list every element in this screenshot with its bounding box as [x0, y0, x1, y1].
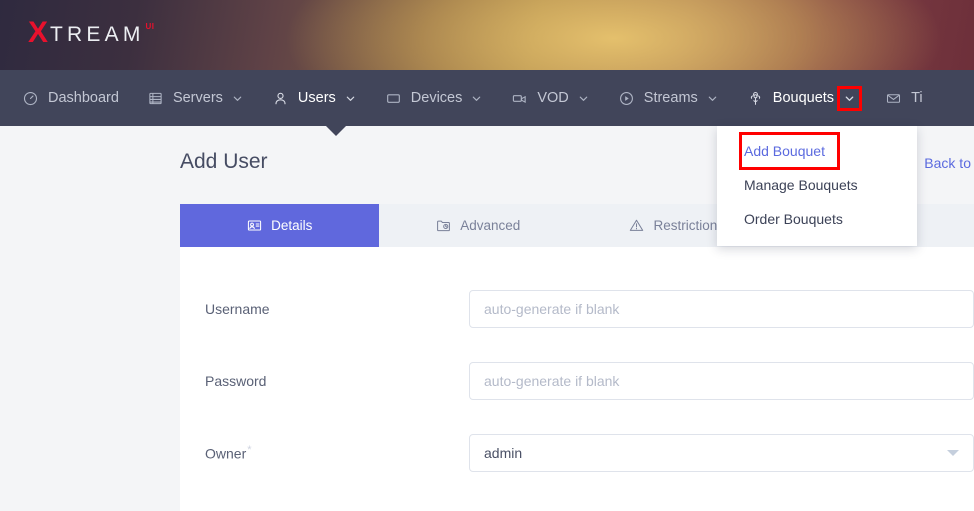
tab-details[interactable]: Details — [180, 204, 379, 247]
tab-label-advanced: Advanced — [460, 218, 521, 233]
dropdown-item-manage-bouquets[interactable]: Manage Bouquets — [717, 168, 917, 202]
form-row-username: Username auto-generate if blank — [180, 273, 974, 345]
nav-label-devices: Devices — [410, 90, 463, 106]
mail-icon — [885, 90, 902, 107]
label-username: Username — [205, 301, 270, 317]
nav-label-servers: Servers — [172, 90, 223, 106]
user-form: Username auto-generate if blank Password… — [180, 247, 974, 489]
id-card-icon — [246, 218, 262, 234]
chevron-down-icon[interactable] — [837, 85, 863, 111]
password-placeholder: auto-generate if blank — [484, 373, 620, 389]
label-owner: Owner* — [205, 444, 469, 462]
app-root: X TREAM UI Dashboard Servers Users Devic… — [0, 0, 974, 511]
video-icon — [511, 90, 528, 107]
chevron-down-icon[interactable] — [577, 92, 590, 105]
bouquet-icon — [747, 90, 764, 107]
chevron-down-icon[interactable] — [344, 92, 357, 105]
nav-label-bouquets: Bouquets — [772, 90, 835, 106]
brand-header: X TREAM UI — [0, 0, 974, 70]
logo-wordmark: TREAM — [50, 23, 145, 46]
owner-select[interactable]: admin — [469, 434, 974, 472]
page-title: Add User — [180, 150, 268, 173]
nav-item-tickets[interactable]: Ti — [871, 70, 937, 126]
nav-label-users: Users — [297, 90, 336, 106]
gauge-icon — [22, 90, 39, 107]
bouquets-dropdown-menu: Add Bouquet Manage Bouquets Order Bouque… — [717, 126, 917, 246]
device-icon — [385, 90, 402, 107]
warning-icon — [628, 218, 644, 234]
label-owner-text: Owner — [205, 445, 247, 462]
back-to-users-link[interactable]: Back to Us — [924, 155, 974, 171]
nav-item-servers[interactable]: Servers — [133, 70, 258, 126]
chevron-down-icon[interactable] — [706, 92, 719, 105]
nav-item-users[interactable]: Users — [258, 70, 371, 126]
username-input[interactable]: auto-generate if blank — [469, 290, 974, 328]
form-row-owner: Owner* admin — [180, 417, 974, 489]
main-navbar: Dashboard Servers Users Devices VOD Stre… — [0, 70, 974, 126]
tab-label-details: Details — [271, 218, 313, 233]
logo-superscript: UI — [145, 22, 155, 31]
nav-label-streams: Streams — [643, 90, 698, 106]
settings-folder-icon — [435, 218, 451, 234]
nav-active-pointer — [326, 126, 346, 136]
chevron-down-icon[interactable] — [231, 92, 244, 105]
username-placeholder: auto-generate if blank — [484, 301, 620, 317]
logo-x-letter: X — [28, 16, 49, 49]
nav-label-dashboard: Dashboard — [48, 90, 119, 106]
form-card: Details Advanced Restrictions Username a… — [180, 204, 974, 511]
nav-item-vod[interactable]: VOD — [497, 70, 603, 126]
dropdown-item-order-bouquets[interactable]: Order Bouquets — [717, 202, 917, 236]
chevron-down-icon[interactable] — [947, 450, 959, 456]
play-icon — [618, 90, 635, 107]
owner-selected-value: admin — [484, 445, 523, 461]
xtream-logo[interactable]: X TREAM UI — [28, 18, 154, 51]
nav-item-streams[interactable]: Streams — [604, 70, 733, 126]
chevron-down-icon[interactable] — [470, 92, 483, 105]
dropdown-item-add-bouquet[interactable]: Add Bouquet — [739, 132, 840, 170]
server-icon — [147, 90, 164, 107]
nav-item-dashboard[interactable]: Dashboard — [0, 70, 133, 126]
form-row-password: Password auto-generate if blank — [180, 345, 974, 417]
required-marker: * — [247, 444, 252, 457]
label-password: Password — [205, 373, 267, 389]
tab-label-restrictions: Restrictions — [653, 218, 725, 233]
nav-item-devices[interactable]: Devices — [371, 70, 498, 126]
password-input[interactable]: auto-generate if blank — [469, 362, 974, 400]
nav-label-vod: VOD — [537, 90, 569, 106]
tab-advanced[interactable]: Advanced — [378, 204, 577, 247]
user-icon — [272, 90, 289, 107]
nav-item-bouquets[interactable]: Bouquets — [733, 70, 871, 126]
nav-label-tickets: Ti — [911, 90, 923, 106]
